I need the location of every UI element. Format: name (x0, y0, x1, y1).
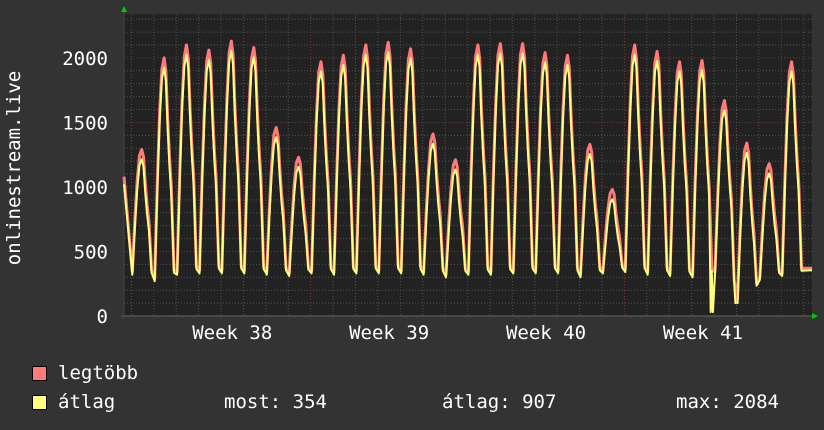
legend-now-value: most: 354 (224, 391, 327, 413)
y-tick-label: 1500 (62, 112, 108, 134)
legend-label-avg: átlag (58, 391, 116, 413)
legend-swatch-max (32, 366, 47, 381)
y-axis-label: onlinestream.live (3, 71, 25, 265)
legend-swatch-avg (32, 395, 47, 410)
y-tick-label: 0 (97, 306, 108, 328)
y-tick-label: 2000 (62, 48, 108, 70)
x-tick-labels: Week 38 Week 39 Week 40 Week 41 (192, 322, 743, 344)
y-tick-label: 500 (74, 241, 108, 263)
legend-avg-value: átlag: 907 (442, 391, 557, 413)
legend-max-value: max: 2084 (676, 391, 779, 413)
y-tick-labels: 0 500 1000 1500 2000 (62, 48, 108, 328)
x-axis-arrow-icon (812, 313, 818, 319)
legend-label-max: legtöbb (58, 362, 139, 384)
y-tick-label: 1000 (62, 177, 108, 199)
x-tick-label: Week 38 (192, 322, 272, 344)
x-tick-label: Week 41 (663, 322, 743, 344)
y-axis-arrow-icon (121, 6, 127, 12)
x-tick-label: Week 39 (349, 322, 429, 344)
x-tick-label: Week 40 (506, 322, 586, 344)
